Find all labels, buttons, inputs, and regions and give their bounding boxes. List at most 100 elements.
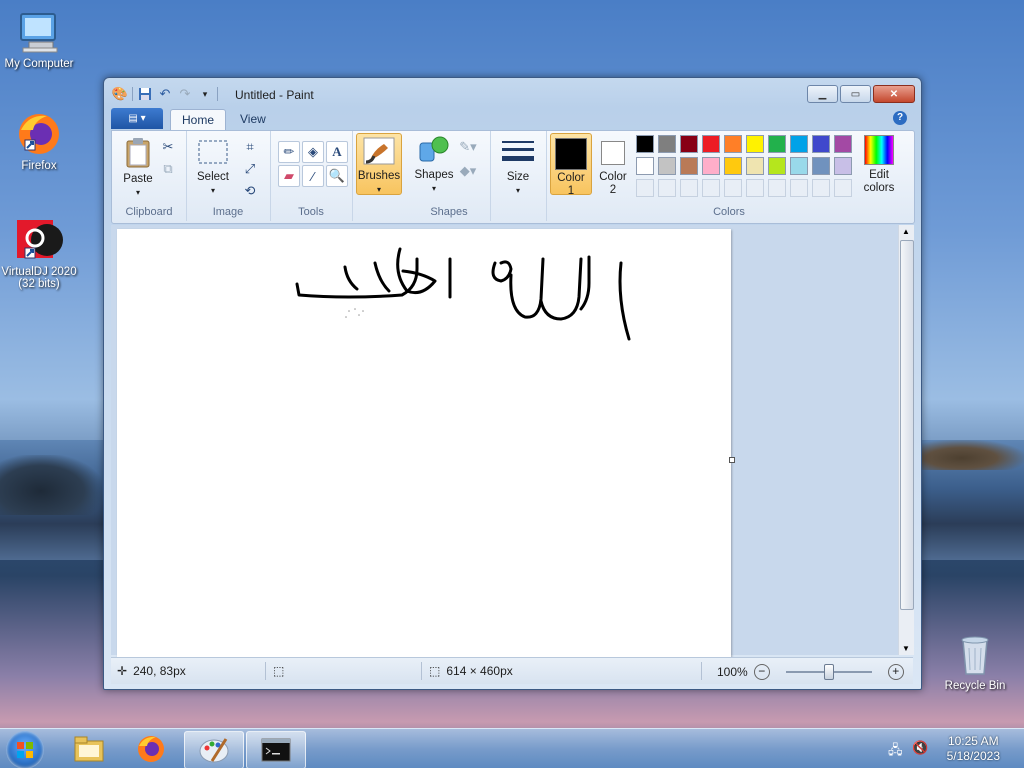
color-picker-icon[interactable]: ⁄ <box>302 165 324 187</box>
custom-color-slot[interactable] <box>724 179 742 197</box>
color-swatch[interactable] <box>702 157 720 175</box>
taskbar-explorer[interactable] <box>60 731 118 767</box>
save-icon[interactable] <box>137 86 153 102</box>
custom-color-slot[interactable] <box>702 179 720 197</box>
edit-colors-button[interactable]: Edit colors <box>856 135 902 195</box>
taskbar-firefox[interactable] <box>122 731 180 767</box>
taskbar-paint[interactable] <box>184 731 244 768</box>
color-swatch[interactable] <box>746 135 764 153</box>
minimize-button[interactable]: ▁ <box>807 85 838 103</box>
custom-color-slot[interactable] <box>658 179 676 197</box>
custom-color-slot[interactable] <box>812 179 830 197</box>
color-swatch[interactable] <box>790 135 808 153</box>
magnifier-icon[interactable]: 🔍 <box>326 165 348 187</box>
color-swatch[interactable] <box>812 157 830 175</box>
color-swatch[interactable] <box>636 135 654 153</box>
pencil-icon[interactable]: ✏ <box>278 141 300 163</box>
desktop-icon-virtualdj[interactable]: VirtualDJ 2020 (32 bits) <box>0 216 78 290</box>
redo-icon[interactable]: ↷ <box>177 86 193 102</box>
color-swatch[interactable] <box>812 135 830 153</box>
tab-view[interactable]: View <box>229 109 277 129</box>
help-icon[interactable]: ? <box>893 111 907 125</box>
color-swatch[interactable] <box>768 135 786 153</box>
scroll-up-icon[interactable]: ▲ <box>902 227 910 236</box>
outline-icon[interactable]: ✎▾ <box>458 137 478 157</box>
copy-icon[interactable]: ⧉ <box>158 159 178 179</box>
network-icon[interactable]: 🖧 <box>888 741 903 763</box>
drawing-canvas[interactable] <box>117 229 735 659</box>
fill-icon[interactable]: ◈ <box>302 141 324 163</box>
eraser-icon[interactable]: ▰ <box>278 165 300 187</box>
color-swatch[interactable] <box>724 135 742 153</box>
cut-icon[interactable]: ✂ <box>158 137 178 157</box>
tab-home[interactable]: Home <box>170 109 227 130</box>
wallpaper-rocks <box>0 455 102 515</box>
computer-icon <box>15 8 63 56</box>
paint-app-icon[interactable]: 🎨 <box>112 86 128 102</box>
color2-button[interactable]: Color 2 <box>594 133 632 196</box>
color-swatch[interactable] <box>636 157 654 175</box>
color-swatch[interactable] <box>680 157 698 175</box>
canvas-size-icon: ⬚ <box>429 664 441 678</box>
windows-logo-icon <box>17 742 33 758</box>
zoom-out-icon[interactable]: − <box>753 664 770 680</box>
select-button[interactable]: Select ▾ <box>192 139 234 197</box>
zoom-controls: 100% − + <box>717 664 904 680</box>
color-swatch[interactable] <box>658 157 676 175</box>
shapes-button[interactable]: Shapes ▾ <box>414 135 454 195</box>
fill-shape-icon[interactable]: ◆▾ <box>458 161 478 181</box>
text-icon[interactable]: A <box>326 141 348 163</box>
color-swatch[interactable] <box>768 157 786 175</box>
taskbar-cmd[interactable] <box>246 731 306 768</box>
handwritten-drawing <box>295 247 631 341</box>
zoom-slider[interactable] <box>785 664 872 680</box>
paint-window[interactable]: 🎨 ↶ ↷ ▾ Untitled - Paint ▁ ▭ ✕ ▤ ▾ Home … <box>103 77 922 690</box>
rotate-icon[interactable]: ⟲ <box>240 181 260 201</box>
scroll-down-icon[interactable]: ▼ <box>902 644 910 653</box>
custom-color-slot[interactable] <box>746 179 764 197</box>
color-swatch[interactable] <box>834 157 852 175</box>
custom-color-slot[interactable] <box>790 179 808 197</box>
color-swatch[interactable] <box>702 135 720 153</box>
paint-menu-button[interactable]: ▤ ▾ <box>111 108 163 129</box>
crop-icon[interactable]: ⌗ <box>240 137 260 157</box>
group-colors: Color 1 Color 2 Edit colors Colors <box>546 131 912 221</box>
custom-color-slot[interactable] <box>680 179 698 197</box>
color-swatch[interactable] <box>724 157 742 175</box>
vertical-scrollbar[interactable]: ▲ ▼ <box>898 225 914 655</box>
quick-access-toolbar: 🎨 ↶ ↷ ▾ <box>112 86 218 102</box>
volume-muted-icon[interactable]: 🔇 <box>912 740 928 756</box>
color-swatch[interactable] <box>658 135 676 153</box>
size-button[interactable]: Size ▾ <box>496 137 540 197</box>
resize-icon[interactable]: ⤢ <box>240 159 260 179</box>
maximize-button[interactable]: ▭ <box>840 85 871 103</box>
system-clock[interactable]: 10:25 AM 5/18/2023 <box>947 734 1000 764</box>
resize-handle[interactable] <box>729 457 735 463</box>
paste-button[interactable]: Paste ▾ <box>118 137 158 199</box>
zoom-in-icon[interactable]: + <box>887 664 904 680</box>
color-swatch[interactable] <box>746 157 764 175</box>
color-swatch[interactable] <box>790 157 808 175</box>
custom-color-slot[interactable] <box>834 179 852 197</box>
edit-colors-icon <box>864 135 894 165</box>
scroll-thumb[interactable] <box>900 240 914 610</box>
customize-qat-icon[interactable]: ▾ <box>197 86 213 102</box>
desktop-icon-my-computer[interactable]: My Computer <box>0 8 78 70</box>
color-swatch[interactable] <box>680 135 698 153</box>
desktop-icon-recycle-bin[interactable]: Recycle Bin <box>936 630 1014 692</box>
undo-icon[interactable]: ↶ <box>157 86 173 102</box>
start-button[interactable] <box>6 731 44 768</box>
group-label: Colors <box>713 206 745 218</box>
group-clipboard: Paste ▾ ✂ ⧉ Clipboard <box>112 131 187 221</box>
custom-color-slot[interactable] <box>768 179 786 197</box>
taskbar: 🖧 🔇 10:25 AM 5/18/2023 <box>0 728 1024 768</box>
color1-button[interactable]: Color 1 <box>550 133 592 197</box>
brushes-button[interactable]: Brushes ▾ <box>356 133 402 195</box>
title-bar[interactable]: 🎨 ↶ ↷ ▾ Untitled - Paint ▁ ▭ ✕ <box>104 78 921 108</box>
zoom-slider-thumb[interactable] <box>823 664 834 680</box>
ribbon-tabs: ▤ ▾ Home View ? <box>111 108 913 130</box>
custom-color-slot[interactable] <box>636 179 654 197</box>
desktop-icon-firefox[interactable]: Firefox <box>0 110 78 172</box>
close-button[interactable]: ✕ <box>873 85 915 103</box>
color-swatch[interactable] <box>834 135 852 153</box>
